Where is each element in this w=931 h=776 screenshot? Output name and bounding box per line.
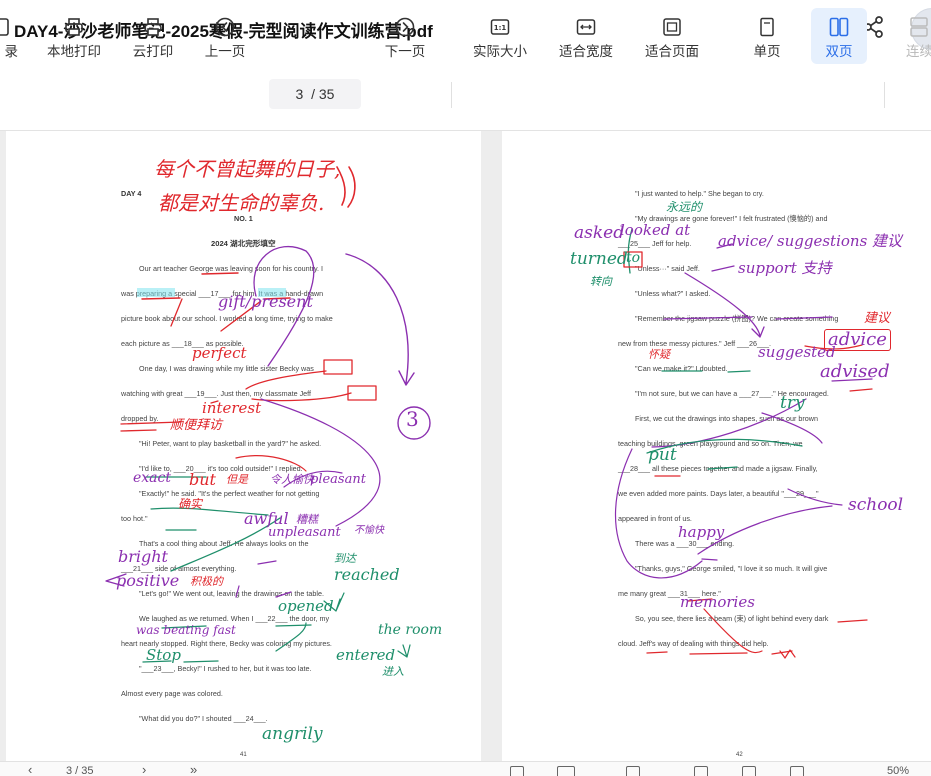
cloud-print-label: 云打印: [132, 44, 174, 59]
single-page-button[interactable]: 单页: [745, 8, 789, 64]
double-page-label: 双页: [825, 44, 853, 59]
fit-page-icon: [663, 18, 681, 36]
catalog-icon: [0, 18, 9, 36]
prev-page-button[interactable]: 上一页: [197, 8, 253, 64]
handwritten-answer: perfect: [192, 344, 247, 362]
handwritten-answer: try: [780, 393, 805, 413]
handwritten-answer: exact: [133, 470, 171, 486]
handwritten-answer: reached: [334, 565, 400, 584]
fit-width-button[interactable]: 适合宽度: [553, 8, 619, 64]
handwritten-answer: put: [648, 445, 677, 465]
toolbar-divider: [451, 82, 452, 108]
bottom-status-bar: ‹ 3 / 35 › » 50%: [0, 761, 931, 776]
actual-size-icon: 1:1: [490, 19, 510, 35]
handwritten-note: 不愉快: [354, 525, 384, 536]
actual-size-label: 实际大小: [473, 44, 527, 59]
handwritten-answer: opened: [278, 597, 334, 615]
cloud-printer-icon: [144, 18, 162, 36]
handwritten-note: 建议: [864, 311, 891, 326]
handwritten-note: 糟糕: [296, 513, 318, 526]
actual-size-button[interactable]: 1:1 实际大小: [467, 8, 533, 64]
cloud-print-button[interactable]: 云打印: [125, 8, 181, 64]
next-page-icon[interactable]: ›: [142, 762, 146, 776]
current-page: 3: [295, 86, 304, 102]
chevron-right-icon: [395, 17, 415, 37]
fit-page-button[interactable]: 适合页面: [639, 8, 705, 64]
handwritten-note: 转向: [590, 275, 612, 288]
local-print-label: 本地打印: [47, 44, 101, 59]
handwritten-answer: interest: [202, 399, 262, 417]
handwritten-note: 都是对生命的辜负.: [158, 191, 325, 215]
continuous-icon: [910, 17, 928, 37]
prev-page-icon[interactable]: ‹: [28, 762, 32, 776]
zoom-level: 50%: [887, 765, 910, 776]
toolbar-divider: [884, 82, 885, 108]
total-pages: / 35: [311, 86, 335, 102]
handwritten-note: 永远的: [666, 200, 703, 214]
last-page-icon[interactable]: »: [190, 762, 197, 776]
handwritten-answer: but: [189, 470, 216, 489]
svg-text:1:1: 1:1: [494, 24, 507, 32]
handwritten-note: advice/ suggestions 建议: [718, 232, 903, 250]
double-page-button[interactable]: 双页: [811, 8, 867, 64]
handwritten-note: 到达: [334, 552, 356, 565]
continuous-label: 连续: [906, 44, 931, 59]
fit-width-icon: [576, 19, 596, 35]
handwritten-answer: turned: [570, 249, 628, 269]
handwritten-note: 顺便拜访: [170, 418, 223, 433]
handwritten-answer: happy: [678, 523, 725, 541]
handwritten-answer: angrily: [262, 724, 323, 744]
printer-icon: [65, 18, 83, 36]
handwritten-note: 怀疑: [648, 348, 670, 361]
next-page-label: 下一页: [384, 44, 426, 59]
catalog-button[interactable]: 录: [0, 8, 18, 64]
prev-page-label: 上一页: [204, 44, 246, 59]
page-indicator: 3 / 35: [66, 765, 94, 776]
handwritten-note: 进入: [382, 665, 404, 678]
handwritten-answer: memories: [680, 593, 755, 611]
pdf-toolbar: [0, 58, 931, 131]
handwritten-answer: asked: [574, 223, 625, 243]
handwritten-answer: gift/present: [218, 292, 313, 311]
handwritten-note: pleasant: [310, 472, 366, 487]
local-print-button[interactable]: 本地打印: [40, 8, 108, 64]
page-number-input[interactable]: 3 / 35: [269, 79, 361, 109]
annotation-strokes: [614, 228, 873, 659]
document-viewer[interactable]: DAY 4 NO. 1 2024 湖北完形填空 Our art teacher …: [0, 131, 931, 761]
handwritten-answer: positive: [116, 571, 180, 590]
handwritten-answer: bright: [118, 547, 168, 566]
continuous-button[interactable]: 连续: [900, 8, 931, 64]
annotation-strokes: [105, 166, 431, 663]
handwritten-answer: school: [848, 495, 904, 515]
handwritten-note: support 支持: [738, 259, 832, 277]
handwritten-answer: Stop: [146, 646, 181, 664]
chevron-left-icon: [215, 17, 235, 37]
handwritten-answer: looked at: [620, 221, 691, 239]
handwritten-note: was beating fast: [136, 623, 236, 637]
circled-number: 3: [406, 407, 419, 431]
fit-page-label: 适合页面: [645, 44, 699, 59]
handwritten-note: the room: [378, 622, 443, 638]
next-page-button[interactable]: 下一页: [377, 8, 433, 64]
handwritten-note: unpleasant: [268, 525, 341, 540]
single-page-label: 单页: [753, 44, 781, 59]
handwritten-note: 令人愉快: [270, 473, 314, 486]
left-page: DAY 4 NO. 1 2024 湖北完形填空 Our art teacher …: [6, 131, 481, 761]
handwritten-answer: suggested: [758, 343, 836, 361]
handwritten-note: 积极的: [190, 575, 223, 588]
catalog-label: 录: [4, 44, 19, 59]
fit-width-label: 适合宽度: [559, 44, 613, 59]
handwritten-answer: advised: [820, 361, 890, 382]
right-page: "I just wanted to help." She began to cr…: [502, 131, 931, 761]
single-page-icon: [760, 17, 774, 37]
double-page-icon: [829, 17, 849, 37]
handwritten-note: 但是: [226, 473, 248, 486]
handwritten-answer: to: [626, 250, 641, 266]
handwritten-note: 确实: [178, 497, 203, 511]
handwritten-answer: entered: [336, 646, 396, 664]
handwritten-note: 每个不曾起舞的日子,: [154, 157, 341, 181]
